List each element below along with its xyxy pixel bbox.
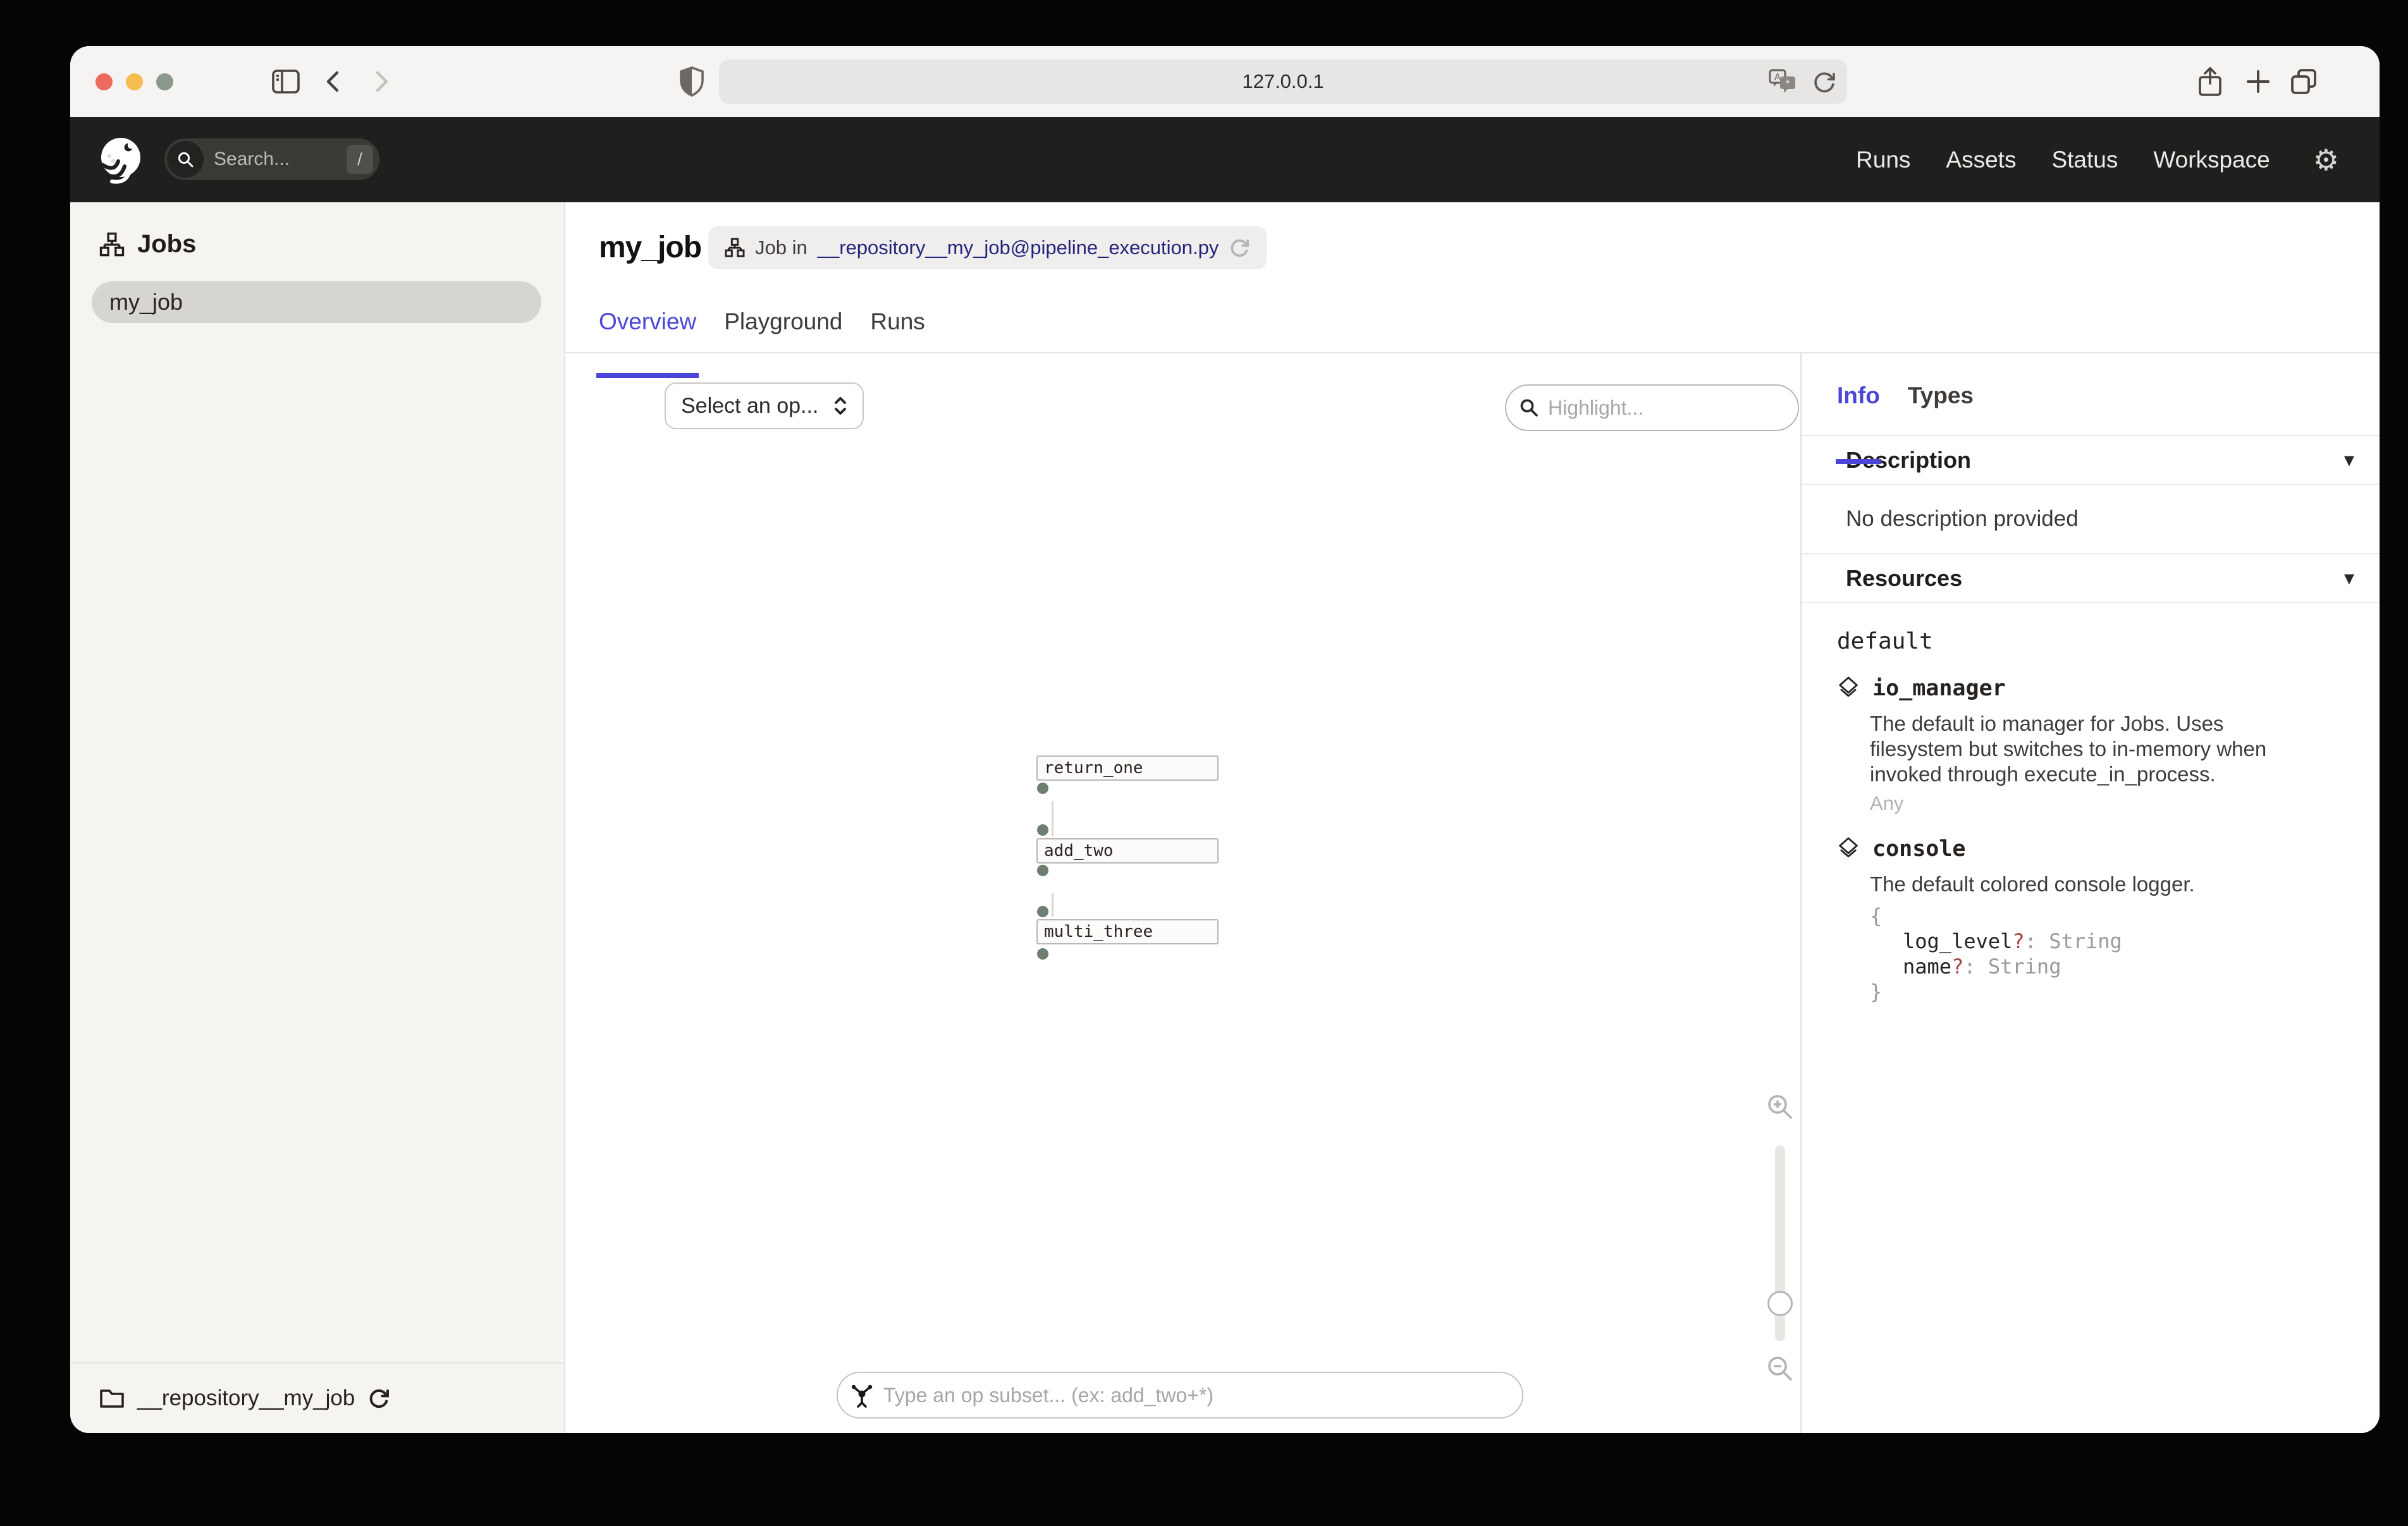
resource-name: console [1872,836,1966,862]
resource-console: console The default colored console logg… [1837,836,2356,1004]
new-tab-icon[interactable] [2244,68,2272,95]
info-panel: Info Types Description ▼ No description … [1800,353,2380,1433]
resource-name: io_manager [1872,676,2006,701]
job-origin-badge[interactable]: Job in __repository__my_job@pipeline_exe… [708,226,1267,269]
op-subset-input[interactable] [883,1384,1522,1407]
schema-field: name?: String [1870,954,2356,979]
highlight-input[interactable] [1548,396,1814,420]
resource-icon [1837,676,1860,701]
close-window-button[interactable] [95,73,113,90]
op-subset-search [837,1372,1523,1419]
chevron-down-icon: ▼ [2344,453,2354,468]
reload-icon[interactable] [1812,69,1837,94]
output-port-dot [1037,948,1048,960]
browser-window: 127.0.0.1 A * [70,46,2380,1433]
job-icon [99,232,125,257]
sidebar-title: Jobs [137,230,196,259]
dag-edge [1052,801,1054,836]
resource-type: Any [1870,792,2356,815]
global-search-input[interactable]: Search... / [164,138,379,180]
nav-workspace[interactable]: Workspace [2153,147,2270,173]
refresh-icon[interactable] [367,1387,390,1410]
search-placeholder: Search... [214,149,347,170]
reload-repo-icon[interactable] [1229,237,1250,259]
resources-body: default io_manager The default io [1802,603,2380,1004]
zoom-in-icon[interactable] [1766,1092,1795,1121]
share-icon[interactable] [2196,66,2224,97]
url-text: 127.0.0.1 [1242,70,1324,93]
job-main: my_job Job in __repository__my_job@pipel… [565,202,2380,1433]
schema-close-brace: } [1870,979,2356,1004]
jobs-sidebar: Jobs my_job __repository__my_job [70,202,565,1433]
description-section-header[interactable]: Description ▼ [1802,436,2380,485]
zoom-slider-handle[interactable] [1767,1291,1793,1316]
config-schema: { log_level?: String name?: String } [1870,903,2356,1004]
resource-group-name: default [1837,628,2356,654]
search-shortcut-key: / [347,145,373,174]
schema-field: log_level?: String [1870,929,2356,954]
nav-runs[interactable]: Runs [1856,147,1910,173]
back-button[interactable] [322,69,347,94]
traffic-lights [95,73,173,90]
resource-io-manager: io_manager The default io manager for Jo… [1837,676,2356,815]
resource-icon [1837,836,1860,862]
badge-prefix: Job in [755,236,808,259]
tab-overview[interactable]: Overview [599,308,696,354]
zoom-out-icon[interactable] [1766,1354,1795,1383]
op-selector-label: Select an op... [681,394,818,418]
job-icon [725,238,745,258]
resources-title: Resources [1846,565,1962,592]
top-nav: Runs Assets Status Workspace ⚙ [1856,117,2339,202]
nav-assets[interactable]: Assets [1946,147,2016,173]
op-node-return-one[interactable]: return_one [1036,755,1219,781]
repository-name: __repository__my_job [137,1386,355,1411]
output-port-dot [1037,865,1048,876]
op-node-multi-three[interactable]: multi_three [1036,919,1219,944]
sidebar-item-my-job[interactable]: my_job [92,281,541,323]
dagster-logo[interactable] [98,136,145,184]
output-port-dot [1037,783,1048,794]
tab-overview-icon[interactable] [2288,66,2319,97]
schema-open-brace: { [1870,903,2356,929]
description-body: No description provided [1802,485,2380,554]
tab-types[interactable]: Types [1908,382,1974,435]
resource-description: The default colored console logger. [1870,872,2280,897]
search-icon [167,141,204,178]
chevron-up-down-icon [831,395,850,417]
translate-icon[interactable]: A * [1769,69,1798,94]
privacy-shield-icon[interactable] [679,66,705,97]
panel-tabs: Info Types [1802,353,2380,436]
settings-gear-icon[interactable]: ⚙ [2313,145,2339,174]
folder-icon [99,1387,125,1410]
op-selector-icon [849,1383,875,1408]
op-selector-dropdown[interactable]: Select an op... [665,382,864,429]
tab-playground[interactable]: Playground [724,308,842,354]
tab-info[interactable]: Info [1837,382,1880,435]
forward-button[interactable] [367,69,393,94]
sidebar-toggle-icon[interactable] [271,69,300,94]
browser-toolbar: 127.0.0.1 A * [70,46,2380,117]
resource-description: The default io manager for Jobs. Uses fi… [1870,711,2280,787]
op-node-add-two[interactable]: add_two [1036,838,1219,864]
chevron-down-icon: ▼ [2344,571,2354,586]
dag-edge [1052,893,1054,917]
search-icon [1519,398,1539,418]
resources-section-header[interactable]: Resources ▼ [1802,554,2380,603]
badge-repo-link[interactable]: __repository__my_job@pipeline_execution.… [818,236,1219,259]
tab-runs[interactable]: Runs [870,308,924,354]
job-tabs: Overview Playground Runs [599,308,925,354]
highlight-search [1505,384,1799,431]
input-port-dot [1037,824,1048,836]
app-header: Search... / Runs Assets Status Workspace… [70,117,2380,202]
zoom-window-button[interactable] [156,73,173,90]
sidebar-header: Jobs [99,230,564,259]
input-port-dot [1037,906,1048,917]
sidebar-footer: __repository__my_job [70,1362,564,1433]
page-title: my_job [599,230,701,265]
address-bar[interactable]: 127.0.0.1 A * [719,59,1847,104]
nav-status[interactable]: Status [2051,147,2118,173]
minimize-window-button[interactable] [126,73,143,90]
svg-text:*: * [1786,78,1790,89]
